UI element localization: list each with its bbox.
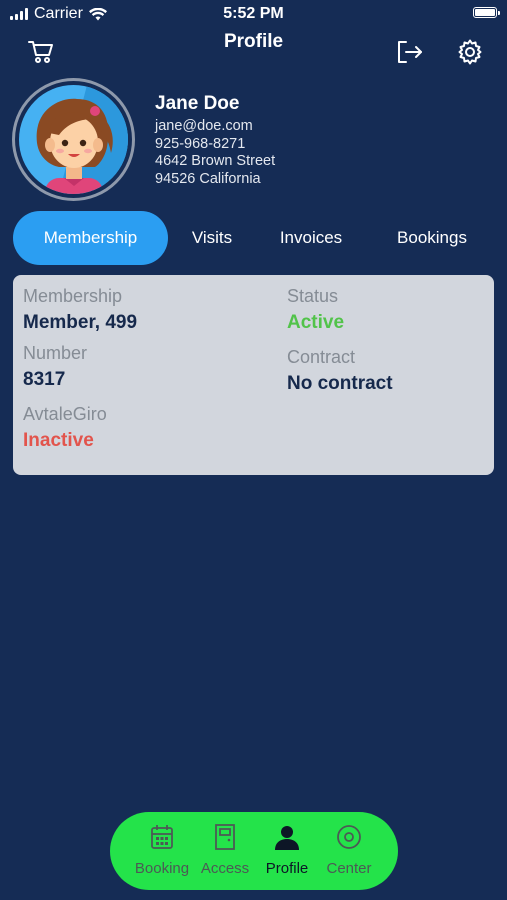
bottom-nav-booking-label: Booking	[134, 860, 190, 877]
number-field: Number 8317	[23, 343, 87, 391]
tab-visits[interactable]: Visits	[173, 211, 251, 265]
logout-icon[interactable]	[395, 38, 423, 66]
bottom-nav-access-label: Access	[200, 860, 250, 877]
page-title: Profile	[223, 31, 284, 52]
person-icon	[275, 826, 299, 850]
contract-label: Contract	[287, 347, 356, 367]
bottom-nav: Booking Access Profile Center	[110, 812, 398, 890]
status-field: Status Active	[287, 286, 344, 334]
number-label: Number	[23, 343, 88, 363]
avatar[interactable]	[12, 78, 135, 201]
profile-name: Jane Doe	[155, 93, 240, 114]
profile-header: Jane Doe jane@doe.com 925-968-8271 4642 …	[12, 78, 492, 203]
bottom-nav-center-label: Center	[326, 860, 372, 877]
door-icon	[215, 824, 235, 850]
membership-value: Member, 499	[23, 312, 138, 333]
profile-phone: 925-968-8271	[155, 135, 246, 152]
avtalegiro-label: AvtaleGiro	[23, 404, 107, 424]
status-label: Status	[287, 286, 339, 306]
bottom-nav-access[interactable]: Access	[190, 812, 260, 890]
bottom-nav-booking[interactable]: Booking	[127, 812, 197, 890]
bottom-nav-profile-label: Profile	[265, 860, 309, 877]
battery-icon	[473, 7, 500, 18]
profile-email: jane@doe.com	[155, 118, 253, 134]
clock: 5:52 PM	[223, 5, 284, 22]
membership-card: Membership Member, 499 Number 8317 Avtal…	[13, 275, 494, 475]
target-icon	[337, 825, 361, 849]
profile-city: 94526 California	[155, 170, 261, 187]
calendar-icon	[151, 825, 173, 849]
membership-field: Membership Member, 499	[23, 286, 137, 334]
profile-street: 4642 Brown Street	[155, 153, 276, 169]
tab-bookings[interactable]: Bookings	[381, 211, 483, 265]
tab-membership[interactable]: Membership	[13, 211, 168, 265]
nav-bar: Profile	[0, 28, 507, 74]
number-value: 8317	[23, 369, 66, 390]
gear-icon[interactable]	[456, 38, 484, 66]
tab-invoices[interactable]: Invoices	[265, 211, 357, 265]
contact-info: Jane Doe jane@doe.com 925-968-8271 4642 …	[155, 93, 275, 188]
status-value: Active	[287, 312, 345, 333]
profile-tabs: Membership Visits Invoices Bookings	[13, 211, 494, 265]
bottom-nav-center[interactable]: Center	[314, 812, 384, 890]
avtalegiro-field: AvtaleGiro Inactive	[23, 404, 107, 452]
bottom-nav-profile[interactable]: Profile	[252, 812, 322, 890]
contract-value: No contract	[287, 373, 393, 394]
membership-label: Membership	[23, 286, 123, 306]
avtalegiro-value: Inactive	[23, 430, 94, 451]
contract-field: Contract No contract	[287, 347, 393, 395]
status-bar: Carrier 5:52 PM	[0, 0, 507, 28]
